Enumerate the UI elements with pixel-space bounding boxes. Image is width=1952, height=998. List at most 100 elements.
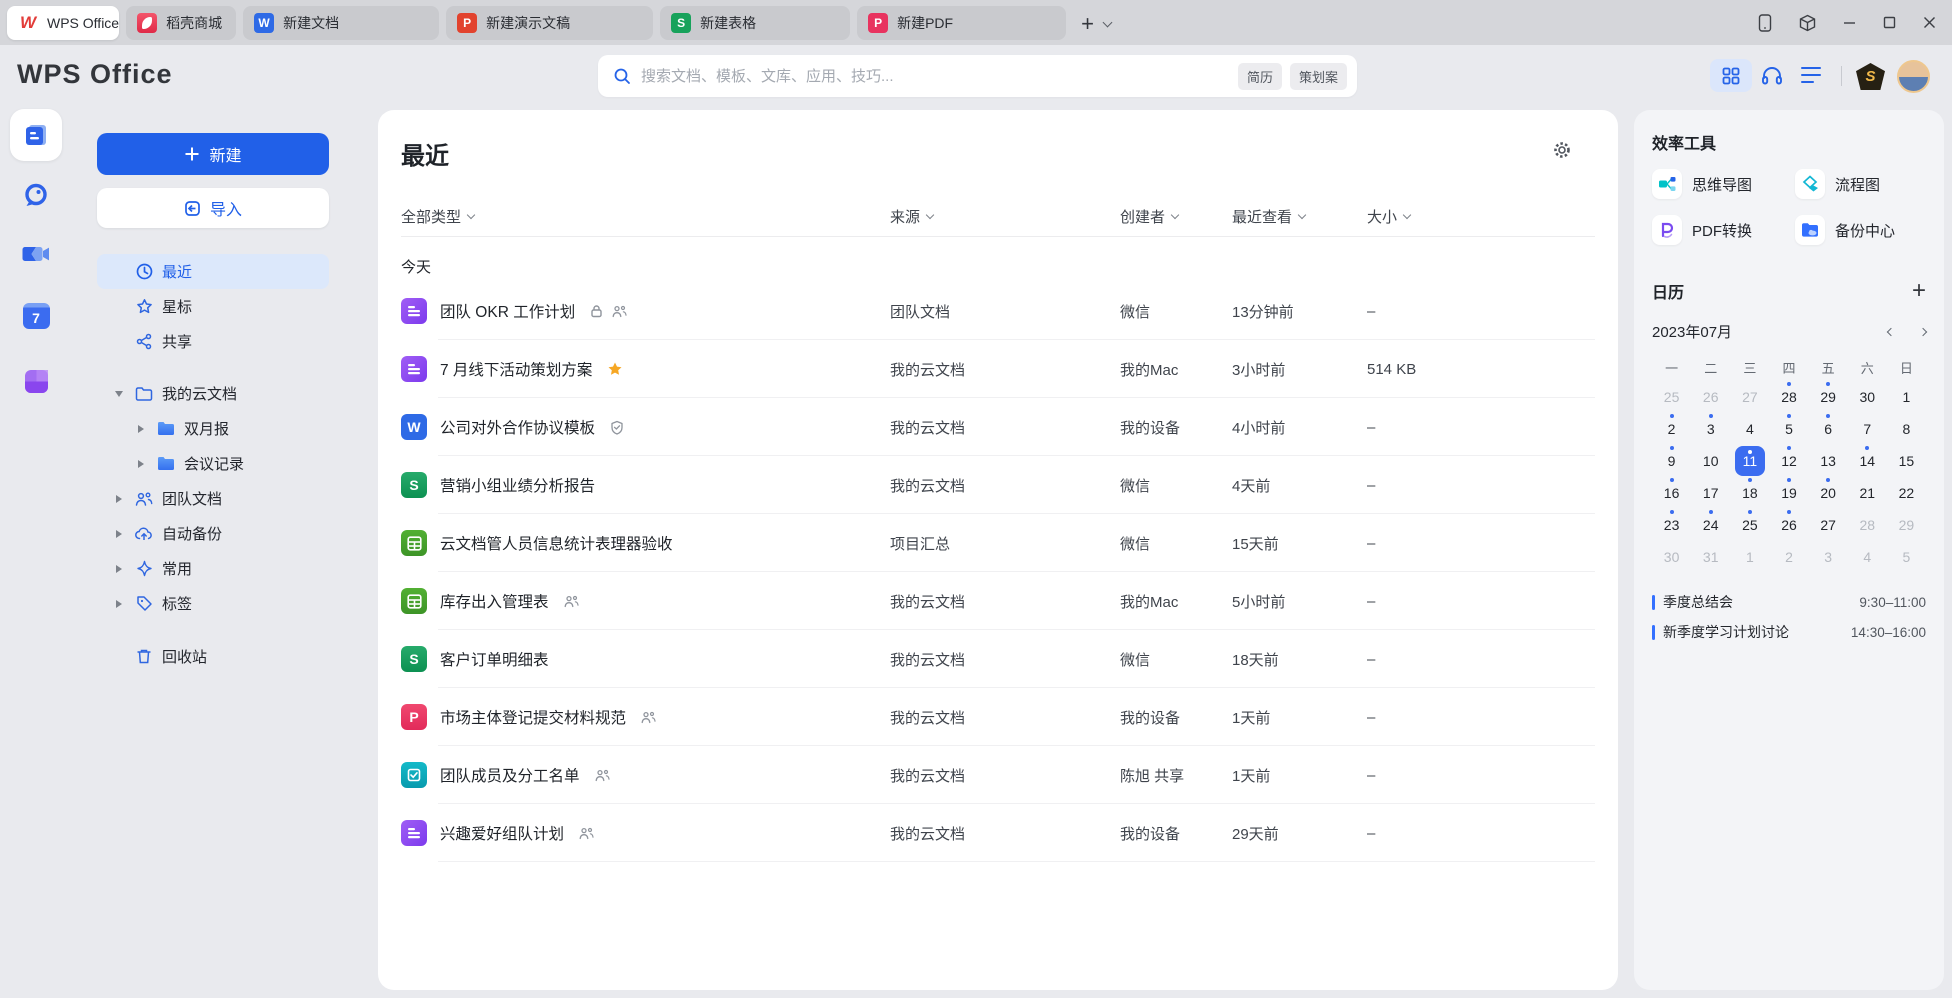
- calendar-day[interactable]: 27: [1809, 509, 1848, 541]
- sidebar-item-team-docs[interactable]: 团队文档: [97, 481, 329, 516]
- calendar-day[interactable]: 9: [1652, 445, 1691, 477]
- search-input[interactable]: [641, 68, 1230, 85]
- sidebar-item-meeting-notes[interactable]: 会议记录: [97, 446, 329, 481]
- calendar-day[interactable]: 12: [1769, 445, 1808, 477]
- sidebar-item-trash[interactable]: 回收站: [97, 639, 329, 674]
- calendar-day[interactable]: 15: [1887, 445, 1926, 477]
- filter-type[interactable]: 全部类型: [401, 206, 890, 227]
- file-row[interactable]: S 营销小组业绩分析报告 我的云文档 微信 4天前 –: [401, 456, 1595, 514]
- file-row[interactable]: 云文档管人员信息统计表理器验收 项目汇总 微信 15天前 –: [401, 514, 1595, 572]
- close-button[interactable]: [1923, 16, 1936, 29]
- event-item[interactable]: 新季度学习计划讨论 14:30–16:00: [1652, 617, 1926, 647]
- import-button[interactable]: 导入: [97, 188, 329, 228]
- member-badge[interactable]: S: [1856, 63, 1885, 90]
- calendar-day-selected[interactable]: 11: [1730, 445, 1769, 477]
- rail-calendar[interactable]: 7: [0, 303, 72, 329]
- filter-viewed[interactable]: 最近查看: [1232, 206, 1367, 227]
- sidebar-item-tags[interactable]: 标签: [97, 586, 329, 621]
- sidebar-item-recent[interactable]: 最近: [97, 254, 329, 289]
- calendar-day[interactable]: 6: [1809, 413, 1848, 445]
- calendar-day[interactable]: 14: [1848, 445, 1887, 477]
- support-headset-button[interactable]: [1760, 64, 1784, 88]
- main-menu-button[interactable]: [1801, 67, 1821, 83]
- sidebar-item-shared[interactable]: 共享: [97, 324, 329, 359]
- calendar-day[interactable]: 29: [1809, 381, 1848, 413]
- calendar-day[interactable]: 21: [1848, 477, 1887, 509]
- calendar-day[interactable]: 17: [1691, 477, 1730, 509]
- tab-new-pdf[interactable]: P 新建PDF: [857, 6, 1066, 40]
- tab-new-document[interactable]: W 新建文档: [243, 6, 439, 40]
- calendar-day[interactable]: 2: [1769, 541, 1808, 573]
- calendar-next-button[interactable]: [1919, 327, 1927, 335]
- apps-grid-button[interactable]: [1710, 59, 1752, 92]
- calendar-day[interactable]: 26: [1769, 509, 1808, 541]
- file-row[interactable]: 7 月线下活动策划方案 我的云文档 我的Mac 3小时前 514 KB: [401, 340, 1595, 398]
- global-search-bar[interactable]: 简历 策划案: [598, 55, 1357, 97]
- calendar-prev-button[interactable]: [1887, 327, 1895, 335]
- hot-tag-resume[interactable]: 简历: [1238, 63, 1282, 90]
- new-document-button[interactable]: 新建: [97, 133, 329, 175]
- calendar-day[interactable]: 19: [1769, 477, 1808, 509]
- sidebar-item-starred[interactable]: 星标: [97, 289, 329, 324]
- filter-source[interactable]: 来源: [890, 206, 1120, 227]
- sidebar-item-auto-backup[interactable]: 自动备份: [97, 516, 329, 551]
- calendar-day[interactable]: 28: [1769, 381, 1808, 413]
- calendar-day[interactable]: 27: [1730, 381, 1769, 413]
- calendar-day[interactable]: 1: [1730, 541, 1769, 573]
- tool-flowchart[interactable]: 流程图: [1795, 169, 1926, 199]
- calendar-day[interactable]: 13: [1809, 445, 1848, 477]
- file-row[interactable]: S 客户订单明细表 我的云文档 微信 18天前 –: [401, 630, 1595, 688]
- filter-size[interactable]: 大小: [1367, 206, 1595, 227]
- file-row[interactable]: 团队 OKR 工作计划 团队文档 微信 13分钟前 –: [401, 282, 1595, 340]
- calendar-day[interactable]: 5: [1769, 413, 1808, 445]
- calendar-day[interactable]: 30: [1652, 541, 1691, 573]
- tab-list-chevron[interactable]: [1104, 13, 1111, 31]
- file-row[interactable]: 兴趣爱好组队计划 我的云文档 我的设备 29天前 –: [401, 804, 1595, 862]
- calendar-day[interactable]: 24: [1691, 509, 1730, 541]
- rail-apps[interactable]: [0, 368, 72, 395]
- calendar-day[interactable]: 4: [1848, 541, 1887, 573]
- calendar-day[interactable]: 16: [1652, 477, 1691, 509]
- tool-pdf-convert[interactable]: PDF转换: [1652, 215, 1795, 245]
- tab-wps-office[interactable]: W WPS Office: [7, 6, 119, 40]
- calendar-day[interactable]: 3: [1809, 541, 1848, 573]
- calendar-day[interactable]: 5: [1887, 541, 1926, 573]
- calendar-day[interactable]: 4: [1730, 413, 1769, 445]
- file-row[interactable]: 库存出入管理表 我的云文档 我的Mac 5小时前 –: [401, 572, 1595, 630]
- calendar-day[interactable]: 23: [1652, 509, 1691, 541]
- calendar-day[interactable]: 29: [1887, 509, 1926, 541]
- file-row[interactable]: 团队成员及分工名单 我的云文档 陈旭 共享 1天前 –: [401, 746, 1595, 804]
- tab-new-spreadsheet[interactable]: S 新建表格: [660, 6, 850, 40]
- calendar-day[interactable]: 25: [1652, 381, 1691, 413]
- calendar-day[interactable]: 31: [1691, 541, 1730, 573]
- rail-chat[interactable]: [0, 181, 72, 209]
- sidebar-item-my-cloud-docs[interactable]: 我的云文档: [97, 376, 329, 411]
- file-row[interactable]: W 公司对外合作协议模板 我的云文档 我的设备 4小时前 –: [401, 398, 1595, 456]
- calendar-day[interactable]: 10: [1691, 445, 1730, 477]
- add-event-button[interactable]: +: [1912, 279, 1926, 303]
- calendar-day[interactable]: 1: [1887, 381, 1926, 413]
- calendar-day[interactable]: 28: [1848, 509, 1887, 541]
- maximize-button[interactable]: [1883, 16, 1896, 29]
- calendar-day[interactable]: 22: [1887, 477, 1926, 509]
- rail-documents-active[interactable]: [10, 109, 62, 161]
- tool-backup-center[interactable]: 备份中心: [1795, 215, 1926, 245]
- tab-new-presentation[interactable]: P 新建演示文稿: [446, 6, 653, 40]
- tab-docer-store[interactable]: 稻壳商城: [126, 6, 236, 40]
- mobile-link-icon[interactable]: [1758, 14, 1772, 32]
- new-tab-button[interactable]: +: [1081, 13, 1094, 35]
- calendar-day[interactable]: 30: [1848, 381, 1887, 413]
- file-row[interactable]: P 市场主体登记提交材料规范 我的云文档 我的设备 1天前 –: [401, 688, 1595, 746]
- calendar-day[interactable]: 3: [1691, 413, 1730, 445]
- calendar-day[interactable]: 20: [1809, 477, 1848, 509]
- tool-mindmap[interactable]: 思维导图: [1652, 169, 1795, 199]
- filter-creator[interactable]: 创建者: [1120, 206, 1232, 227]
- calendar-day[interactable]: 8: [1887, 413, 1926, 445]
- rail-meeting[interactable]: [0, 241, 72, 267]
- minimize-button[interactable]: [1843, 16, 1856, 29]
- workspace-box-icon[interactable]: [1799, 14, 1816, 32]
- list-settings-gear-icon[interactable]: [1552, 140, 1572, 160]
- calendar-day[interactable]: 26: [1691, 381, 1730, 413]
- calendar-day[interactable]: 2: [1652, 413, 1691, 445]
- calendar-day[interactable]: 7: [1848, 413, 1887, 445]
